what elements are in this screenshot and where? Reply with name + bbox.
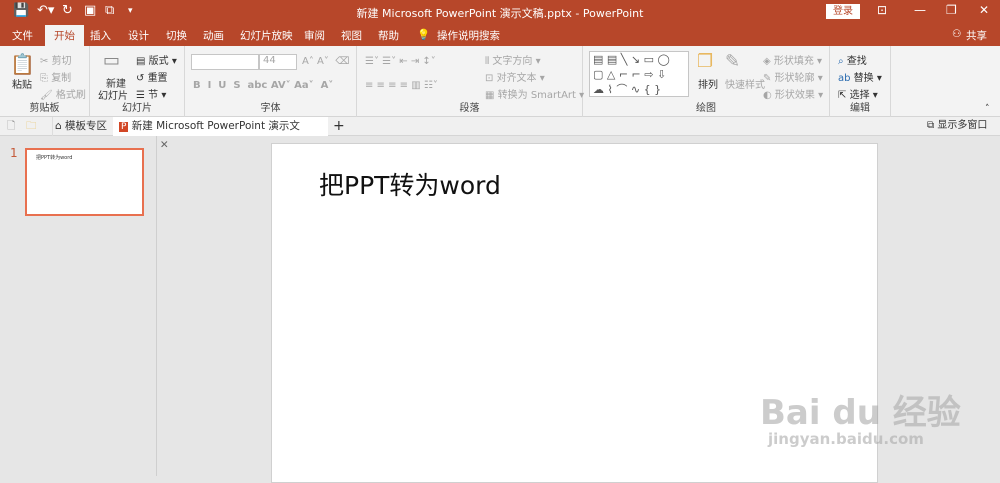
group-clipboard: 📋 粘贴 ✂ 剪切 ⎘ 复制 🖌 格式刷 剪贴板 [0, 46, 90, 117]
slide-thumbnails-pane[interactable]: 1 把PPT转为word [0, 136, 157, 476]
multi-window-button[interactable]: ⧉ 显示多窗口 [927, 117, 987, 136]
minimize-icon[interactable]: — [914, 3, 926, 17]
group-paragraph: ☰˅ ☰˅ ⇤ ⇥ ↕˅ ≡ ≡ ≡ ≡ ▥ ☷˅ ⫴ 文字方向 ▾ ⊡ 对齐文… [357, 46, 584, 117]
shape-fill-label: 形状填充 [773, 56, 814, 67]
multi-window-label: 显示多窗口 [937, 120, 988, 131]
title-bar: 💾 ↶▾ ↻ ▣ ⧉ ▾ 新建 Microsoft PowerPoint 演示文… [0, 0, 1000, 23]
text-direction-button[interactable]: ⫴ 文字方向 ▾ [485, 52, 541, 67]
group-label: 段落 [459, 103, 480, 114]
share-icon[interactable]: ⚇ [952, 28, 961, 40]
replace-label: 替换 [853, 73, 874, 84]
tab-design[interactable]: 设计 [128, 28, 149, 43]
tab-insert[interactable]: 插入 [90, 28, 111, 43]
close-tab-icon[interactable]: ✕ [160, 139, 169, 151]
slide-thumbnail[interactable]: 把PPT转为word [25, 148, 144, 216]
layout-label: 版式 [148, 56, 169, 67]
group-editing: ⌕ 查找 ab 替换 ▾ ⇱ 选择 ▾ 编辑 [830, 46, 891, 117]
align-text-button[interactable]: ⊡ 对齐文本 ▾ [485, 69, 545, 84]
tab-file[interactable]: 文件 [12, 28, 33, 43]
font-format-buttons[interactable]: B I U S abc AV˅ Aa˅ A˅ [193, 80, 333, 91]
powerpoint-icon: P [119, 122, 129, 132]
find-label: 查找 [846, 56, 867, 67]
font-size-select[interactable]: 44 [259, 54, 297, 70]
align-text-label: 对齐文本 [496, 73, 537, 84]
shape-fill-button[interactable]: ◈ 形状填充 ▾ [763, 52, 822, 67]
group-label: 幻灯片 [122, 103, 152, 114]
quick-styles-button[interactable]: 快速样式 [725, 76, 765, 91]
copy-label: 复制 [51, 73, 72, 84]
tab-home[interactable]: 开始 [45, 25, 84, 46]
tab-animations[interactable]: 动画 [203, 28, 224, 43]
new-file-icon[interactable]: 🗋 [7, 117, 15, 136]
paste-button[interactable]: 粘贴 [12, 76, 32, 91]
tab-help[interactable]: 帮助 [378, 28, 399, 43]
watermark-url: jingyan.baidu.com [768, 430, 924, 448]
text-direction-label: 文字方向 [492, 56, 533, 67]
group-label: 剪贴板 [29, 103, 60, 114]
slide-number: 1 [10, 146, 18, 160]
align-buttons[interactable]: ≡ ≡ ≡ ≡ ▥ ☷˅ [365, 80, 438, 91]
slide-title[interactable]: 把PPT转为word [319, 166, 501, 202]
tab-transitions[interactable]: 切换 [166, 28, 187, 43]
tell-me-search[interactable]: 操作说明搜索 [437, 28, 500, 43]
group-drawing: ▤ ▤ ╲ ↘ ▭ ◯ ▢ △ ⌐ ⌐ ⇨ ⇩ ☁ ⌇ ⌒ ∿ { } ❐ 排列 ✎… [583, 46, 830, 117]
ribbon-tabs: 文件 开始 插入 设计 切换 动画 幻灯片放映 审阅 视图 帮助 💡 操作说明搜… [0, 23, 1000, 46]
new-slide-icon[interactable]: ▭ [103, 50, 120, 71]
shape-outline-button[interactable]: ✎ 形状轮廓 ▾ [763, 69, 823, 84]
paste-icon[interactable]: 📋 [10, 52, 35, 76]
share-button[interactable]: 共享 [966, 28, 987, 43]
layout-button[interactable]: ▤ 版式 ▾ [136, 52, 177, 67]
ribbon-display-icon[interactable]: ⊡ [877, 3, 887, 17]
group-font: 44 A˄ A˅ ⌫ B I U S abc AV˅ Aa˅ A˅ 字体 [185, 46, 357, 117]
folder-icon[interactable]: 🗀 [26, 117, 37, 136]
thumbnail-title: 把PPT转为word [36, 155, 73, 161]
arrange-button[interactable]: 排列 [698, 76, 718, 91]
templates-label: 模板专区 [65, 120, 108, 132]
arrange-icon[interactable]: ❐ [697, 51, 713, 72]
watermark-brand: Bai du 经验 [760, 393, 961, 433]
quick-styles-icon[interactable]: ✎ [725, 51, 740, 72]
restore-icon[interactable]: ❐ [946, 3, 957, 17]
replace-icon: ab [838, 73, 851, 84]
reset-label: 重置 [147, 73, 168, 84]
group-label: 编辑 [850, 103, 870, 114]
font-name-select[interactable] [191, 54, 259, 70]
reset-button[interactable]: ↺ 重置 [136, 69, 168, 84]
replace-button[interactable]: ab 替换 ▾ [838, 69, 882, 84]
font-size-controls[interactable]: A˄ A˅ ⌫ [302, 56, 349, 67]
close-icon[interactable]: ✕ [979, 3, 989, 17]
find-button[interactable]: ⌕ 查找 [838, 52, 867, 67]
ribbon: 📋 粘贴 ✂ 剪切 ⎘ 复制 🖌 格式刷 剪贴板 ▭ 新建 幻灯片 ▤ 版式 ▾… [0, 46, 1000, 117]
login-button[interactable]: 登录 [826, 4, 860, 19]
group-slides: ▭ 新建 幻灯片 ▤ 版式 ▾ ↺ 重置 ☰ 节 ▾ 幻灯片 [90, 46, 185, 117]
tab-slideshow[interactable]: 幻灯片放映 [240, 28, 293, 43]
group-label: 字体 [260, 103, 281, 114]
templates-tab[interactable]: ⌂ 模板专区 [52, 117, 113, 136]
cut-label: 剪切 [51, 56, 72, 67]
tab-view[interactable]: 视图 [341, 28, 362, 43]
collapse-ribbon-icon[interactable]: ˄ [985, 104, 990, 114]
shape-outline-label: 形状轮廓 [774, 73, 815, 84]
group-label: 绘图 [696, 103, 716, 114]
list-buttons[interactable]: ☰˅ ☰˅ ⇤ ⇥ ↕˅ [365, 56, 436, 67]
tab-review[interactable]: 审阅 [304, 28, 325, 43]
search-icon: ⌕ [838, 56, 844, 67]
lightbulb-icon: 💡 [417, 29, 431, 41]
document-tab[interactable]: P 新建 Microsoft PowerPoint 演示文稿.pptx ✕ [113, 117, 328, 151]
copy-button[interactable]: ⎘ 复制 [40, 69, 71, 84]
new-tab-icon[interactable]: + [333, 117, 345, 136]
shapes-gallery[interactable]: ▤ ▤ ╲ ↘ ▭ ◯ ▢ △ ⌐ ⌐ ⇨ ⇩ ☁ ⌇ ⌒ ∿ { } [589, 51, 689, 97]
cut-button[interactable]: ✂ 剪切 [40, 52, 72, 67]
document-tabs: 🗋 🗀 ⌂ 模板专区 P 新建 Microsoft PowerPoint 演示文… [0, 117, 1000, 151]
